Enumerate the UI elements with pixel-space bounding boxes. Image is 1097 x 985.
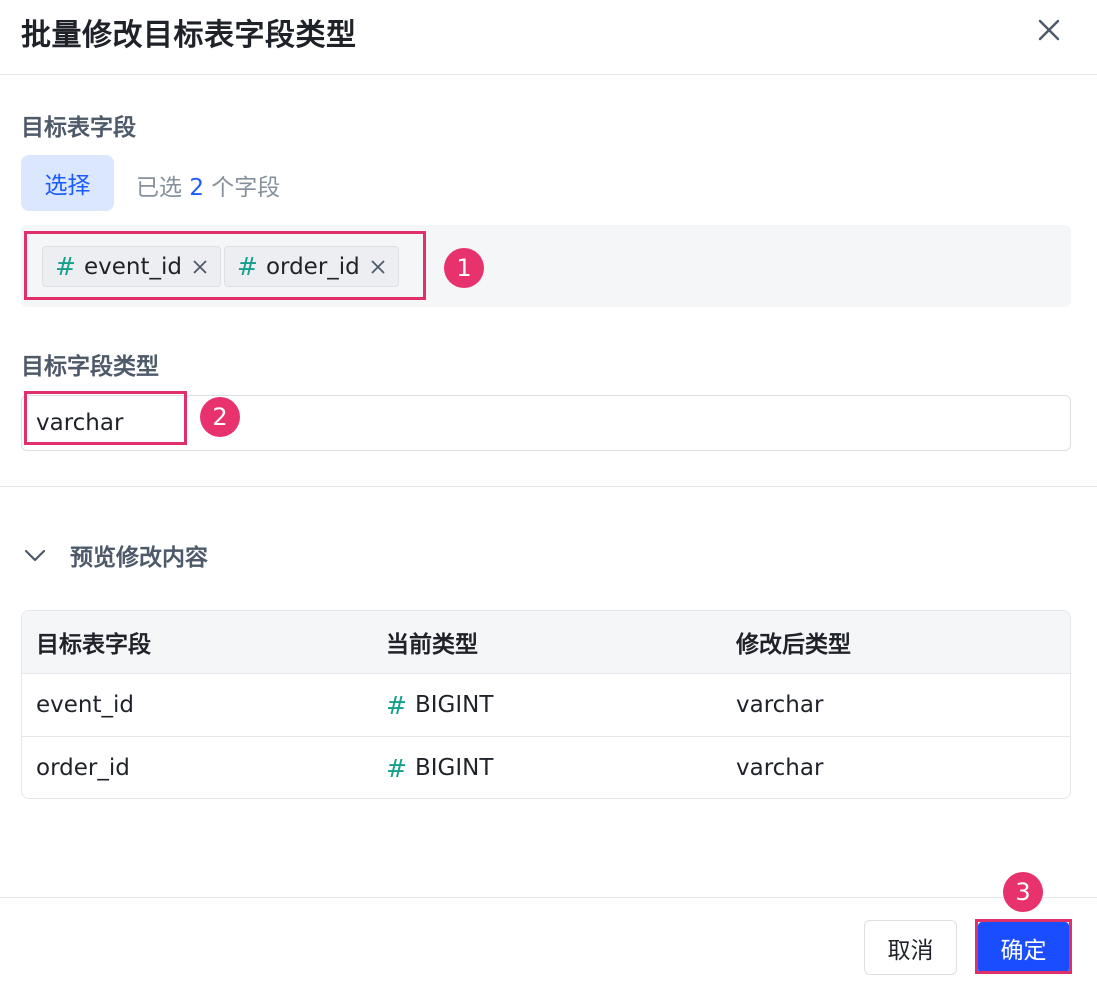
highlight-box-3 bbox=[975, 919, 1072, 974]
field-cell: order_id bbox=[36, 755, 130, 781]
close-button[interactable] bbox=[1031, 12, 1067, 48]
dialog-title: 批量修改目标表字段类型 bbox=[21, 18, 357, 53]
table-row: order_id # BIGINT varchar bbox=[22, 737, 1070, 798]
table-header-row: 目标表字段 当前类型 修改后类型 bbox=[22, 611, 1070, 674]
field-type-label: 目标字段类型 bbox=[21, 354, 159, 380]
current-type-cell: # BIGINT bbox=[386, 674, 493, 736]
column-header: 当前类型 bbox=[386, 632, 478, 658]
highlight-box-1 bbox=[24, 231, 426, 300]
new-type-cell: varchar bbox=[736, 692, 824, 718]
hash-icon: # bbox=[386, 753, 407, 783]
step-badge-1: 1 bbox=[444, 248, 484, 288]
selected-count-text: 已选 2 个字段 bbox=[136, 168, 280, 202]
new-type-cell: varchar bbox=[736, 755, 824, 781]
preview-table: 目标表字段 当前类型 修改后类型 event_id # BIGINT varch… bbox=[21, 610, 1071, 799]
select-fields-button[interactable]: 选择 bbox=[21, 155, 114, 211]
current-type-cell: # BIGINT bbox=[386, 737, 494, 798]
step-badge-3: 3 bbox=[1003, 872, 1043, 912]
section-divider bbox=[0, 486, 1097, 487]
selected-suffix: 个字段 bbox=[211, 175, 281, 201]
selected-count: 2 bbox=[189, 175, 204, 201]
hash-icon: # bbox=[386, 690, 407, 720]
preview-toggle-label: 预览修改内容 bbox=[70, 545, 208, 571]
target-fields-label: 目标表字段 bbox=[21, 115, 136, 141]
column-header: 目标表字段 bbox=[36, 632, 151, 658]
cancel-button[interactable]: 取消 bbox=[864, 920, 957, 975]
column-header: 修改后类型 bbox=[736, 632, 851, 658]
table-row: event_id # BIGINT varchar bbox=[22, 674, 1070, 737]
step-badge-2: 2 bbox=[200, 397, 240, 437]
preview-toggle[interactable]: 预览修改内容 bbox=[22, 538, 208, 572]
highlight-box-2 bbox=[24, 391, 187, 445]
current-type-value: BIGINT bbox=[414, 755, 494, 781]
selected-prefix: 已选 bbox=[136, 175, 182, 201]
field-cell: event_id bbox=[36, 692, 134, 718]
close-icon bbox=[1038, 19, 1060, 41]
chevron-down-icon bbox=[24, 549, 46, 562]
dialog-header: 批量修改目标表字段类型 bbox=[0, 0, 1097, 75]
current-type-value: BIGINT bbox=[414, 692, 494, 718]
